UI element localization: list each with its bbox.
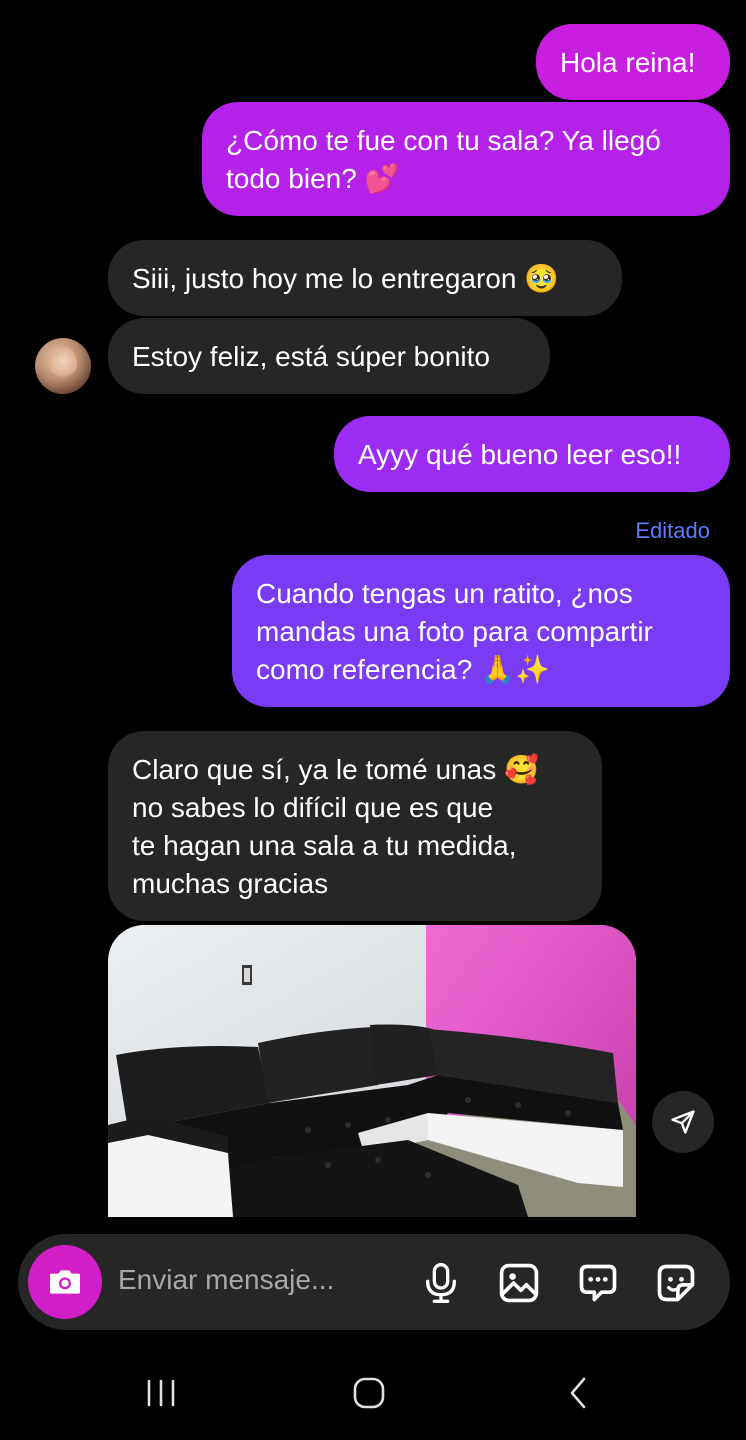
message-incoming[interactable]: Claro que sí, ya le tomé unas 🥰 no sabes… — [108, 731, 602, 921]
chat-screen: Hola reina! ¿Cómo te fue con tu sala? Ya… — [0, 0, 746, 1440]
microphone-button[interactable] — [418, 1260, 464, 1306]
camera-icon — [50, 1270, 80, 1294]
message-composer: Enviar mensaje... — [18, 1234, 730, 1330]
back-button[interactable] — [566, 1375, 592, 1416]
back-icon — [570, 1377, 586, 1409]
home-button[interactable] — [351, 1375, 387, 1416]
gallery-icon — [499, 1263, 539, 1303]
share-photo-button[interactable] — [652, 1091, 714, 1153]
gallery-button[interactable] — [496, 1260, 542, 1306]
message-incoming[interactable]: Estoy feliz, está súper bonito — [108, 318, 550, 394]
share-send-icon — [671, 1110, 695, 1134]
camera-button[interactable] — [28, 1245, 102, 1319]
sofa-photo — [108, 925, 636, 1217]
message-input[interactable]: Enviar mensaje... — [118, 1264, 334, 1296]
microphone-icon — [426, 1263, 456, 1303]
message-outgoing[interactable]: Hola reina! — [536, 24, 730, 100]
chat-bubble-button[interactable] — [575, 1260, 621, 1306]
message-outgoing[interactable]: Cuando tengas un ratito, ¿nos mandas una… — [232, 555, 730, 707]
sofa-photo-message[interactable] — [108, 925, 636, 1217]
recent-apps-icon — [147, 1379, 175, 1407]
message-outgoing[interactable]: Ayyy qué bueno leer eso!! — [334, 416, 730, 492]
edited-label: Editado — [635, 518, 710, 543]
recent-apps-button[interactable] — [145, 1375, 177, 1416]
home-icon — [353, 1377, 385, 1409]
message-outgoing[interactable]: ¿Cómo te fue con tu sala? Ya llegó todo … — [202, 102, 730, 216]
sticker-icon — [657, 1264, 695, 1302]
system-navigation-bar — [0, 1345, 746, 1440]
sticker-button[interactable] — [653, 1260, 699, 1306]
contact-avatar[interactable] — [35, 338, 91, 394]
message-incoming[interactable]: Siii, justo hoy me lo entregaron 🥹 — [108, 240, 622, 316]
chat-bubble-icon — [579, 1264, 617, 1302]
